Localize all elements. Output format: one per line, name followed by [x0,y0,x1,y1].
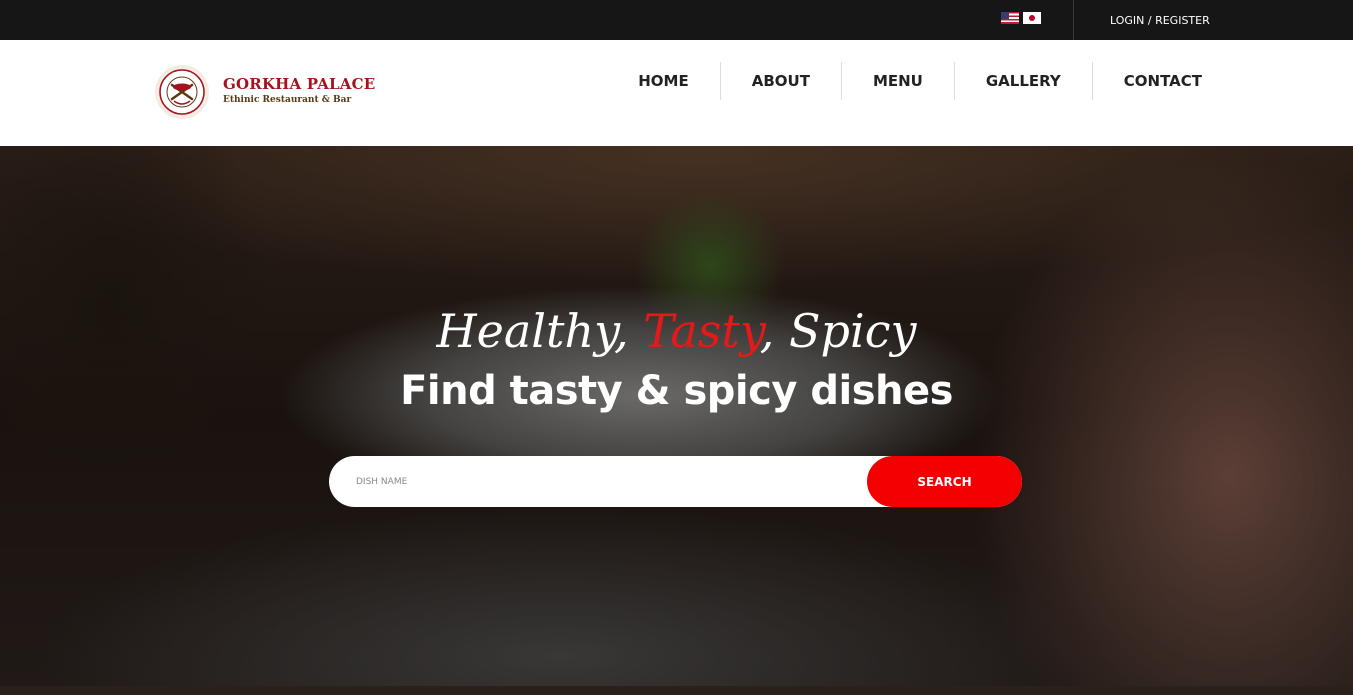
restaurant-emblem-icon [155,65,209,119]
nav-about[interactable]: ABOUT [719,62,841,100]
logo-title: GORKHA PALACE [223,75,376,93]
main-nav: HOME ABOUT MENU GALLERY CONTACT [607,62,1202,100]
hero-background-image [0,146,1353,686]
hero-heading: Find tasty & spicy dishes [400,368,953,414]
tagline-part-2: , Spicy [759,304,917,358]
tagline-part-1: Healthy, [436,304,644,358]
site-header: GORKHA PALACE Ethinic Restaurant & Bar H… [0,40,1353,146]
us-flag-icon[interactable] [1001,12,1019,24]
hero-tagline: Healthy, Tasty, Spicy [0,304,1353,358]
language-switcher [1001,12,1041,24]
logo-subtitle: Ethinic Restaurant & Bar [223,95,352,105]
login-register-link[interactable]: LOGIN / REGISTER [1110,14,1210,27]
jp-flag-icon[interactable] [1023,12,1041,24]
nav-home[interactable]: HOME [607,62,719,100]
search-button[interactable]: SEARCH [867,456,1022,507]
tagline-accent: Tasty [643,304,760,358]
nav-menu[interactable]: MENU [840,62,954,100]
dish-search-form: SEARCH [329,456,1022,507]
nav-gallery[interactable]: GALLERY [953,62,1092,100]
nav-contact[interactable]: CONTACT [1091,62,1202,100]
topbar-divider [1073,0,1074,40]
hero-banner: Healthy, Tasty, Spicy Find tasty & spicy… [0,146,1353,686]
top-bar: LOGIN / REGISTER [0,0,1353,40]
site-logo[interactable]: GORKHA PALACE Ethinic Restaurant & Bar [153,63,375,123]
next-section-edge [0,686,1353,695]
